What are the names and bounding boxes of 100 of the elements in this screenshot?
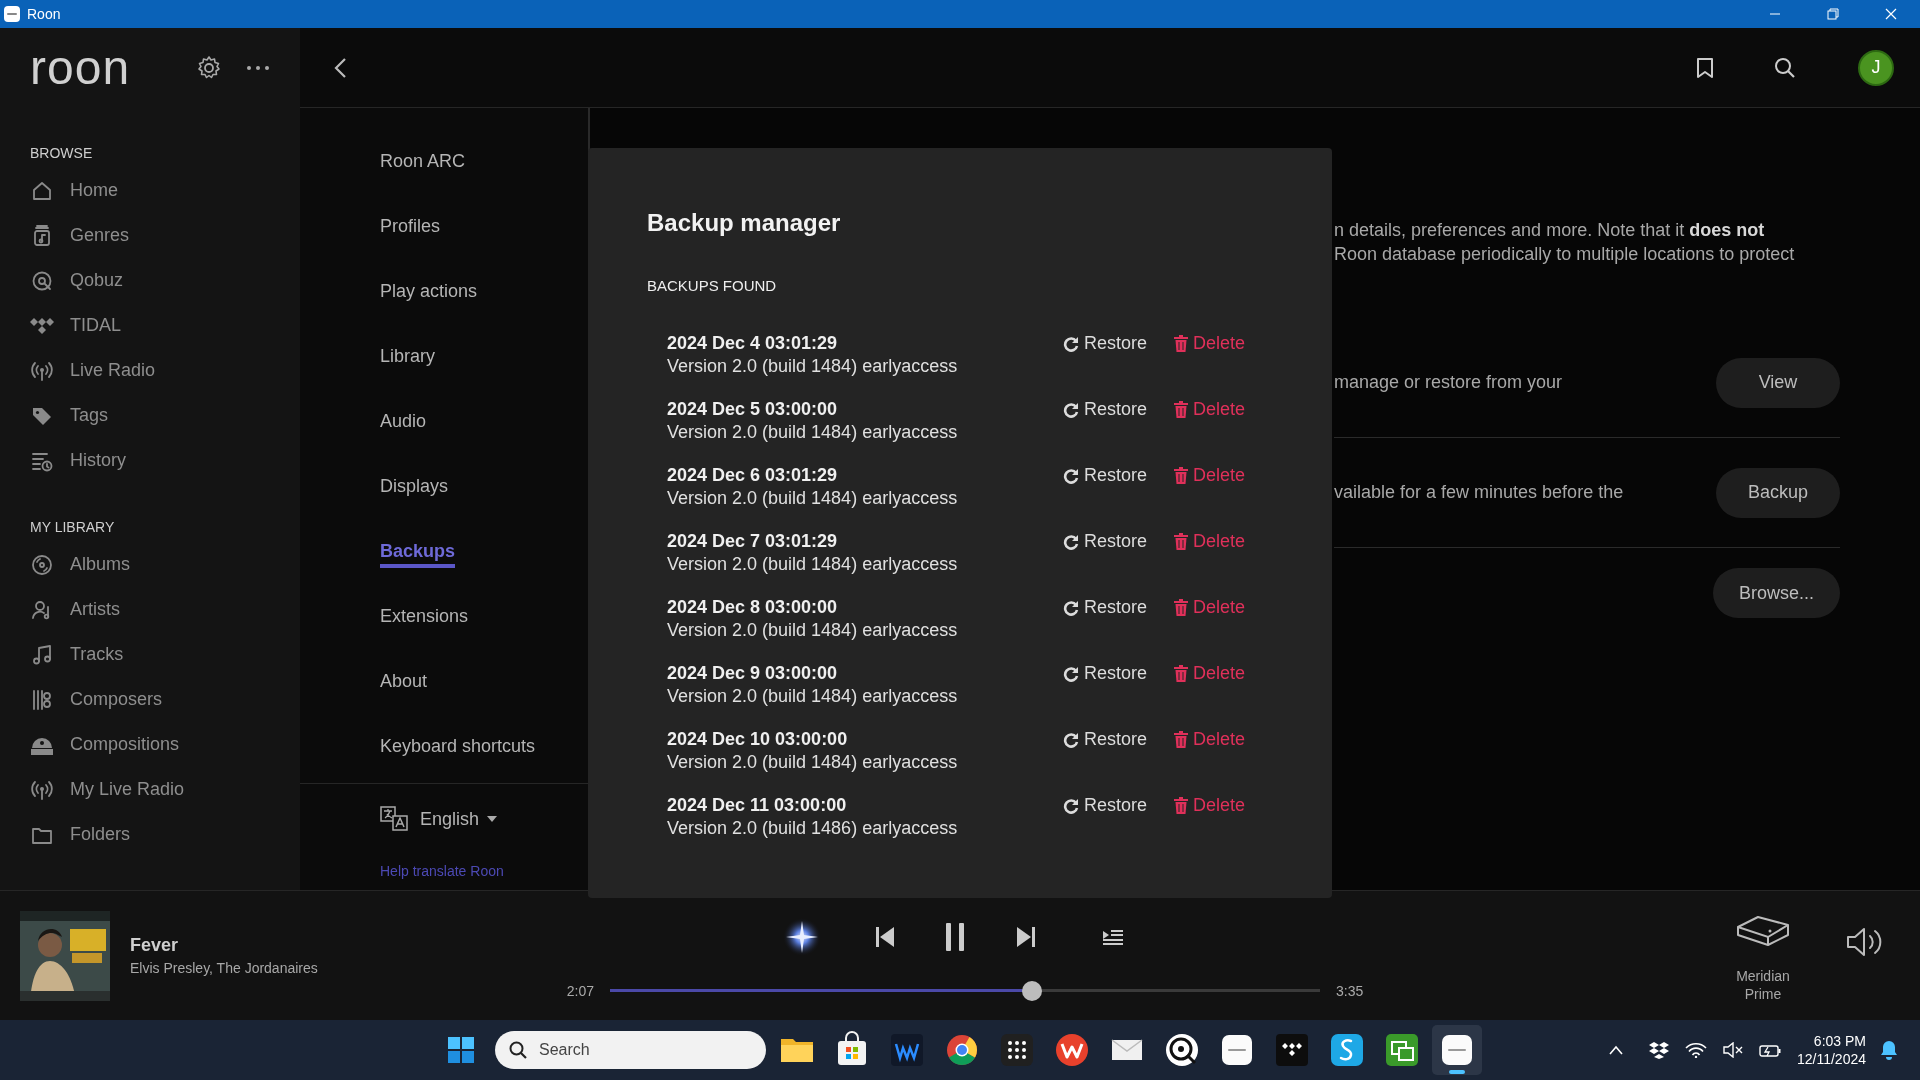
backup-date: 2024 Dec 5 03:00:00 [667, 398, 839, 421]
backup-version: Version 2.0 (build 1484) earlyaccess [667, 355, 959, 378]
trash-icon [1174, 665, 1189, 682]
disc-icon [30, 552, 54, 577]
settings-tab[interactable]: Keyboard shortcuts [380, 730, 536, 763]
volume-icon[interactable] [1846, 927, 1884, 957]
sidebar-item[interactable]: Artists [0, 587, 120, 632]
progress-slider[interactable] [610, 981, 1320, 1001]
restore-button[interactable]: Restore [1063, 728, 1148, 751]
settings-tab[interactable]: About [380, 665, 428, 698]
box-cluster-icon[interactable] [1648, 1041, 1669, 1059]
setting-description: manage or restore from your [1334, 372, 1563, 392]
trash-icon [1174, 467, 1189, 484]
app-icon [3, 5, 21, 23]
restore-icon [1063, 335, 1079, 352]
delete-button[interactable]: Delete [1174, 794, 1246, 817]
restore-button[interactable]: Restore [1063, 332, 1148, 355]
delete-button[interactable]: Delete [1174, 662, 1246, 685]
muted-speaker-icon[interactable] [1722, 1042, 1743, 1058]
sidebar-item[interactable]: Composers [0, 677, 163, 722]
description-text: Roon database periodically to multiple locations to protect [1334, 243, 1796, 266]
bookmark-icon[interactable] [1696, 56, 1714, 79]
sidebar-item[interactable]: Albums [0, 542, 131, 587]
settings-tab[interactable]: Audio [380, 405, 427, 438]
restore-icon [1063, 665, 1079, 682]
trash-icon [1174, 401, 1189, 418]
section-heading: MY LIBRARY [29, 518, 116, 537]
restore-icon[interactable] [1827, 8, 1839, 20]
elapsed-time: 2:07 [566, 983, 594, 999]
restore-button[interactable]: Restore [1063, 398, 1148, 421]
backup-date: 2024 Dec 10 03:00:00 [667, 728, 849, 751]
duration-time: 3:35 [1336, 983, 1364, 999]
translate-icon [380, 806, 410, 832]
trash-icon [1174, 797, 1189, 814]
sidebar-item[interactable]: TIDAL [0, 303, 121, 348]
more-icon[interactable] [246, 65, 270, 71]
clock[interactable]: 6:03 PM 12/11/2024 [1796, 1032, 1866, 1068]
settings-tab[interactable]: Library [380, 340, 436, 373]
language-dropdown[interactable]: English [420, 808, 498, 830]
backup-date: 2024 Dec 7 03:01:29 [667, 530, 839, 553]
battery-icon[interactable] [1758, 1042, 1781, 1058]
backup-date: 2024 Dec 8 03:00:00 [667, 596, 839, 619]
section-heading: BACKUPS FOUND [647, 276, 778, 296]
sparkle-icon[interactable] [782, 917, 822, 957]
queue-icon[interactable] [1102, 928, 1124, 946]
next-icon[interactable] [1016, 926, 1036, 948]
chevron-up-icon[interactable] [1608, 1045, 1623, 1055]
sidebar-item[interactable]: Live Radio [0, 348, 156, 393]
taskbar-app[interactable] [1432, 1025, 1482, 1075]
delete-button[interactable]: Delete [1174, 464, 1246, 487]
settings-tab[interactable]: Profiles [380, 210, 441, 243]
notification-bell-icon[interactable] [1880, 1040, 1898, 1060]
track-title[interactable]: Fever [130, 935, 318, 956]
track-artist[interactable]: Elvis Presley, The Jordanaires [130, 960, 318, 976]
sidebar-item[interactable]: Tracks [0, 632, 124, 677]
sidebar-item[interactable]: Qobuz [0, 258, 124, 303]
settings-tab[interactable]: Roon ARC [380, 145, 466, 178]
zone-selector[interactable]: Meridian Prime [1728, 913, 1798, 1003]
delete-button[interactable]: Delete [1174, 332, 1246, 355]
backup-date: 2024 Dec 4 03:01:29 [667, 332, 839, 355]
sidebar-item[interactable]: My Live Radio [0, 767, 185, 812]
backup-date: 2024 Dec 11 03:00:00 [667, 794, 848, 817]
columns-icon [30, 687, 54, 712]
sidebar-item[interactable]: Genres [0, 213, 130, 258]
trash-icon [1174, 335, 1189, 352]
user-avatar[interactable]: J [1858, 49, 1894, 86]
settings-tab[interactable]: Extensions [380, 600, 469, 633]
settings-icon[interactable] [196, 55, 222, 81]
sidebar-item[interactable]: History [0, 438, 126, 483]
sidebar-item[interactable]: Tags [0, 393, 109, 438]
restore-button[interactable]: Restore [1063, 596, 1148, 619]
settings-tab[interactable]: Backups [380, 535, 456, 568]
wifi-icon[interactable] [1684, 1042, 1707, 1058]
restore-button[interactable]: Restore [1063, 794, 1148, 817]
sidebar-item[interactable]: Folders [0, 812, 131, 857]
restore-button[interactable]: Restore [1063, 464, 1148, 487]
previous-icon[interactable] [875, 926, 895, 948]
setting-button[interactable]: Browse... [1712, 568, 1840, 618]
settings-tab[interactable]: Play actions [380, 275, 478, 308]
backup-version: Version 2.0 (build 1484) earlyaccess [667, 487, 959, 510]
sidebar-item[interactable]: Compositions [0, 722, 180, 767]
delete-button[interactable]: Delete [1174, 596, 1246, 619]
close-icon[interactable] [1885, 8, 1897, 20]
delete-button[interactable]: Delete [1174, 530, 1246, 553]
search-icon[interactable] [1774, 56, 1796, 79]
restore-icon [1063, 599, 1079, 616]
backup-version: Version 2.0 (build 1484) earlyaccess [667, 421, 959, 444]
sidebar-item[interactable]: Home [0, 168, 118, 213]
setting-description: vailable for a few minutes before the [1334, 482, 1624, 502]
setting-button[interactable]: View [1716, 357, 1840, 408]
setting-button[interactable]: Backup [1716, 467, 1840, 518]
trash-icon [1174, 533, 1189, 550]
delete-button[interactable]: Delete [1174, 398, 1246, 421]
caret-icon [487, 816, 498, 822]
restore-button[interactable]: Restore [1063, 530, 1148, 553]
pause-icon[interactable] [944, 922, 966, 952]
delete-button[interactable]: Delete [1174, 728, 1246, 751]
settings-tab[interactable]: Displays [380, 470, 449, 503]
search-field[interactable]: Search [495, 1031, 766, 1069]
restore-button[interactable]: Restore [1063, 662, 1148, 685]
